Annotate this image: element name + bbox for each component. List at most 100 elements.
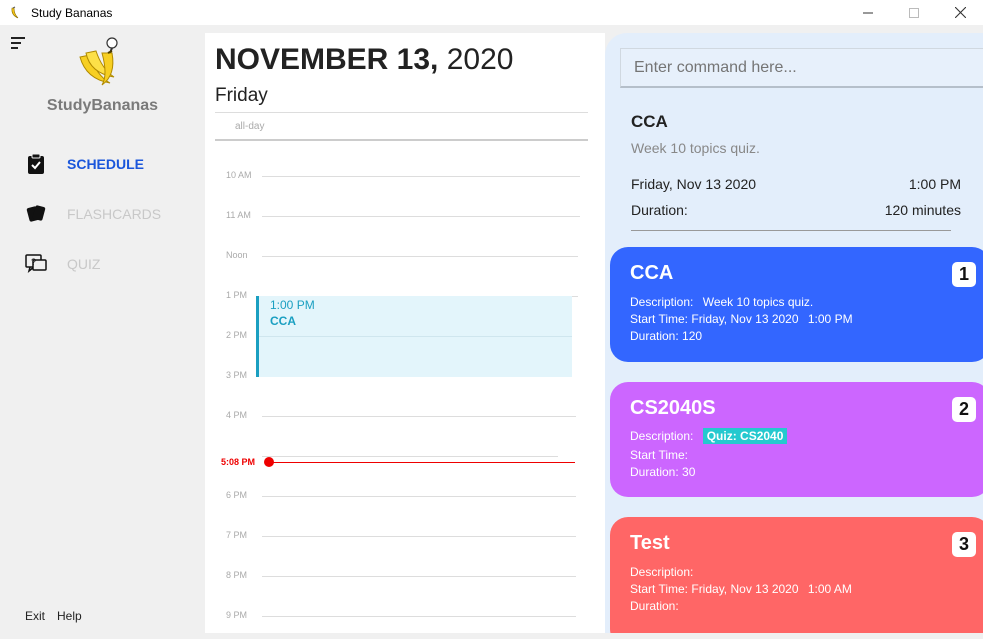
- hour-gridline: [262, 256, 578, 257]
- card-start-date: Friday, Nov 13 2020: [691, 312, 799, 326]
- hour-label: 6 PM: [226, 490, 248, 500]
- card-duration-line: Duration: 120: [630, 329, 702, 343]
- window-title: Study Bananas: [31, 5, 113, 20]
- card-start-line: Start Time: Friday, Nov 13 2020 1:00 PM: [630, 312, 853, 326]
- card-duration-label: Duration:: [630, 599, 679, 613]
- help-link[interactable]: Help: [57, 609, 82, 623]
- event-time: 1:00 PM: [270, 298, 315, 312]
- sidebar: StudyBananas SCHEDULE FLASHCARDS ? QUIZ …: [0, 25, 205, 639]
- card-number-badge: 2: [952, 397, 976, 422]
- card-description-line: Description: Week 10 topics quiz.: [630, 295, 813, 309]
- schedule-panel: CCA Week 10 topics quiz. Friday, Nov 13 …: [605, 33, 983, 633]
- sidebar-item-label: SCHEDULE: [67, 156, 145, 172]
- sidebar-item-flashcards[interactable]: FLASHCARDS: [24, 202, 161, 226]
- card-start-date: Friday, Nov 13 2020: [691, 582, 799, 596]
- current-time-line: [269, 462, 575, 463]
- hour-gridline: [262, 536, 576, 537]
- card-number-badge: 1: [952, 262, 976, 287]
- detail-datetime-row: Friday, Nov 13 2020 1:00 PM: [631, 176, 961, 192]
- day-calendar: NOVEMBER 13, 2020 Friday all-day 10 AM 1…: [205, 33, 605, 633]
- hour-label: 9 PM: [226, 610, 248, 620]
- schedule-card[interactable]: CS2040S 2 Description: Quiz: CS2040 Star…: [610, 382, 983, 497]
- hour-label: 7 PM: [226, 530, 248, 540]
- exit-link[interactable]: Exit: [25, 609, 45, 623]
- close-icon: [954, 7, 966, 18]
- detail-date: Friday, Nov 13 2020: [631, 176, 757, 192]
- cards-icon: [24, 202, 48, 226]
- detail-time: 1:00 PM: [908, 176, 961, 192]
- card-duration: 120: [682, 329, 703, 343]
- title-bar: Study Bananas: [0, 0, 983, 25]
- card-duration-label: Duration:: [630, 465, 679, 479]
- hour-label: 10 AM: [226, 170, 252, 180]
- card-number-badge: 3: [952, 532, 976, 557]
- brand-name: StudyBananas: [46, 97, 159, 114]
- card-description-line: Description: Quiz: CS2040: [630, 428, 788, 444]
- hour-label: 4 PM: [226, 410, 248, 420]
- detail-divider: [631, 230, 951, 231]
- hour-gridline: [262, 456, 558, 457]
- card-description: Week 10 topics quiz.: [702, 295, 814, 309]
- hour-label: 2 PM: [226, 330, 248, 340]
- hour-gridline: [262, 176, 580, 177]
- close-button[interactable]: [937, 0, 983, 25]
- bananas-logo: [72, 35, 130, 93]
- sidebar-item-schedule[interactable]: SCHEDULE: [24, 152, 144, 176]
- sidebar-item-quiz[interactable]: ? QUIZ: [24, 252, 100, 276]
- detail-title: CCA: [631, 112, 668, 131]
- card-description-label: Description:: [630, 565, 694, 579]
- hour-gridline: [262, 216, 580, 217]
- detail-duration-row: Duration: 120 minutes: [631, 202, 961, 218]
- hour-gridline: [262, 496, 576, 497]
- current-time-label: 5:08 PM: [221, 457, 256, 467]
- detail-description: Week 10 topics quiz.: [631, 140, 760, 156]
- card-start-time: 1:00 AM: [807, 582, 852, 596]
- maximize-button[interactable]: [891, 0, 937, 25]
- event-name: CCA: [270, 314, 296, 328]
- svg-text:?: ?: [31, 257, 36, 267]
- card-description-label: Description:: [630, 429, 694, 443]
- maximize-icon: [909, 7, 919, 18]
- quiz-chat-icon: ?: [24, 252, 48, 276]
- card-duration-label: Duration:: [630, 329, 679, 343]
- hour-gridline: [259, 336, 572, 337]
- calendar-event-cca[interactable]: 1:00 PM CCA: [256, 296, 572, 377]
- schedule-card[interactable]: CCA 1 Description: Week 10 topics quiz. …: [610, 247, 983, 362]
- schedule-card[interactable]: Test 3 Description: Start Time: Friday, …: [610, 517, 983, 633]
- card-title: CS2040S: [630, 397, 716, 419]
- sidebar-item-label: QUIZ: [67, 256, 101, 272]
- card-duration: 30: [682, 465, 696, 479]
- card-title: Test: [630, 532, 670, 554]
- card-description-label: Description:: [630, 295, 694, 309]
- sidebar-item-label: FLASHCARDS: [67, 206, 162, 222]
- clipboard-check-icon: [24, 152, 48, 176]
- hour-label: 8 PM: [226, 570, 248, 580]
- card-start-line: Start Time: Friday, Nov 13 2020 1:00 AM: [630, 582, 852, 596]
- detail-duration-label: Duration:: [631, 202, 688, 218]
- hour-label: Noon: [226, 250, 248, 260]
- calendar-year: 2020: [446, 43, 514, 76]
- card-duration-line: Duration:: [630, 599, 679, 613]
- hour-label: 11 AM: [226, 210, 251, 220]
- minimize-button[interactable]: [845, 0, 891, 25]
- card-start-label: Start Time:: [630, 582, 689, 596]
- card-start-label: Start Time:: [630, 312, 689, 326]
- quiz-tag[interactable]: Quiz: CS2040: [702, 428, 788, 444]
- card-start-time: 1:00 PM: [807, 312, 853, 326]
- all-day-row[interactable]: all-day: [215, 112, 588, 141]
- banana-app-icon: [7, 4, 25, 22]
- all-day-label: all-day: [235, 121, 265, 132]
- detail-duration-value: 120 minutes: [884, 202, 961, 218]
- card-duration-line: Duration: 30: [630, 465, 695, 479]
- card-start-line: Start Time:: [630, 448, 688, 462]
- calendar-date: NOVEMBER 13, 2020: [215, 43, 513, 77]
- command-input[interactable]: [620, 48, 983, 88]
- hour-gridline: [262, 616, 576, 617]
- hour-label: 3 PM: [226, 370, 248, 380]
- menu-toggle-icon[interactable]: [11, 37, 27, 51]
- card-description-line: Description:: [630, 565, 693, 579]
- hour-gridline: [262, 576, 576, 577]
- calendar-weekday: Friday: [215, 85, 268, 106]
- hour-gridline: [262, 416, 576, 417]
- hour-label: 1 PM: [226, 290, 248, 300]
